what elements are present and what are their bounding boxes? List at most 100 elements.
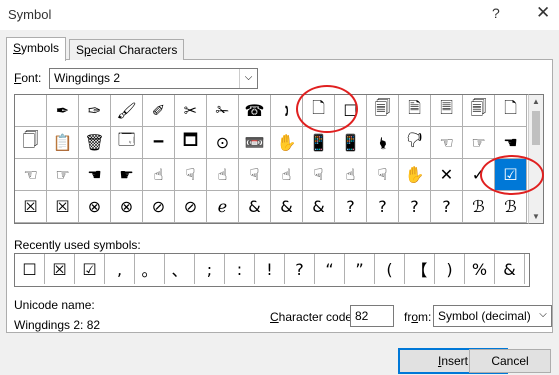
symbol-cell[interactable]: 🕽 bbox=[271, 95, 303, 127]
symbol-cell[interactable]: 🗔 bbox=[111, 127, 143, 159]
recent-symbol[interactable]: : bbox=[225, 254, 255, 284]
font-select[interactable]: Wingdings 2 ⌵ bbox=[49, 68, 258, 89]
scroll-down-icon[interactable]: ▼ bbox=[529, 212, 543, 221]
scroll-up-icon[interactable]: ▲ bbox=[529, 97, 543, 106]
symbol-cell[interactable]: ? bbox=[367, 191, 399, 223]
recent-symbol[interactable]: 【 bbox=[405, 254, 435, 284]
symbol-cell[interactable]: ☞ bbox=[47, 159, 79, 191]
symbol-cell[interactable]: ✂ bbox=[175, 95, 207, 127]
recent-symbol[interactable]: ( bbox=[375, 254, 405, 284]
symbol-cell[interactable]: ? bbox=[399, 191, 431, 223]
recent-symbol[interactable]: , bbox=[105, 254, 135, 284]
recent-symbol[interactable]: & bbox=[495, 254, 525, 284]
recent-symbol[interactable]: 、 bbox=[165, 254, 195, 284]
symbol-cell[interactable]: 🖢 bbox=[367, 127, 399, 159]
symbol-cell[interactable]: ? bbox=[335, 191, 367, 223]
symbol-cell[interactable]: ℯ bbox=[207, 191, 239, 223]
symbol-cell[interactable]: ⊘ bbox=[175, 191, 207, 223]
symbol-cell[interactable]: ☟ bbox=[175, 159, 207, 191]
symbol-cell[interactable]: 🗑 bbox=[79, 127, 111, 159]
symbol-cell[interactable]: ☑ bbox=[495, 159, 527, 191]
recent-symbol[interactable]: ) bbox=[435, 254, 465, 284]
symbol-grid: ✒ ✑ 🖌 ✐ ✂ ✁ ☎ 🕽 🗋 ☐ 🗐 🗎 🗏 🗐 🗋 🗍 📋 🗑 🗔 🗕 🗖 ⊙ 📼 ✋ 📱 📱 🖢 🖓 ☜ ☞ ☚ ☜ ☞ ☚ ☛ ☝ ☟ ☝ ☟ ☝… bbox=[14, 94, 544, 224]
symbol-cell[interactable]: 🗐 bbox=[367, 95, 399, 127]
symbol-cell[interactable]: ☚ bbox=[79, 159, 111, 191]
symbol-cell[interactable]: 🗕 bbox=[143, 127, 175, 159]
symbol-cell[interactable]: 📼 bbox=[239, 127, 271, 159]
symbol-cell[interactable]: ☝ bbox=[271, 159, 303, 191]
from-label: from: bbox=[404, 310, 432, 324]
symbol-cell[interactable]: ☟ bbox=[367, 159, 399, 191]
recent-symbol[interactable]: ! bbox=[255, 254, 285, 284]
recent-symbol[interactable]: ☒ bbox=[45, 254, 75, 284]
recent-symbol[interactable]: ☐ bbox=[15, 254, 45, 284]
from-select[interactable]: Symbol (decimal) ⌵ bbox=[433, 305, 552, 327]
recent-symbol[interactable]: ☑ bbox=[75, 254, 105, 284]
symbol-cell[interactable]: ✋ bbox=[399, 159, 431, 191]
symbol-cell[interactable]: ☝ bbox=[207, 159, 239, 191]
symbol-cell[interactable]: 🗎 bbox=[399, 95, 431, 127]
symbol-cell[interactable]: 🖓 bbox=[399, 127, 431, 159]
symbol-cell[interactable]: ☎ bbox=[239, 95, 271, 127]
symbol-cell[interactable]: ☒ bbox=[15, 191, 47, 223]
symbol-cell[interactable]: & bbox=[271, 191, 303, 223]
symbol-cell[interactable]: 🗍 bbox=[15, 127, 47, 159]
symbol-cell[interactable]: & bbox=[239, 191, 271, 223]
recent-symbol[interactable]: ; bbox=[195, 254, 225, 284]
recent-symbol[interactable]: % bbox=[465, 254, 495, 284]
chevron-down-icon: ⌵ bbox=[239, 69, 257, 88]
symbol-cell[interactable]: ☜ bbox=[431, 127, 463, 159]
recent-symbol[interactable]: “ bbox=[315, 254, 345, 284]
unicode-name-value: Wingdings 2: 82 bbox=[14, 318, 101, 332]
symbol-cell[interactable]: ✒ bbox=[47, 95, 79, 127]
tab-symbols[interactable]: Symbols bbox=[6, 37, 67, 61]
help-button[interactable]: ? bbox=[492, 5, 500, 21]
symbol-cell[interactable]: 📋 bbox=[47, 127, 79, 159]
recent-symbol[interactable]: 。 bbox=[135, 254, 165, 284]
symbol-cell[interactable]: 🗏 bbox=[431, 95, 463, 127]
close-button[interactable]: ✕ bbox=[536, 3, 550, 23]
symbol-cell[interactable]: ⊘ bbox=[143, 191, 175, 223]
symbol-cell[interactable]: ✓ bbox=[463, 159, 495, 191]
symbol-cell[interactable]: ⊗ bbox=[111, 191, 143, 223]
symbol-cell[interactable]: 🗖 bbox=[175, 127, 207, 159]
cancel-button[interactable]: Cancel bbox=[469, 349, 551, 373]
symbol-cell[interactable]: ⊙ bbox=[207, 127, 239, 159]
symbol-cell[interactable]: ☒ bbox=[47, 191, 79, 223]
tab-special-characters[interactable]: Special Characters bbox=[69, 39, 185, 60]
font-label: Font: bbox=[14, 71, 42, 85]
symbol-cell[interactable]: ☞ bbox=[463, 127, 495, 159]
symbol-cell[interactable]: 🗐 bbox=[463, 95, 495, 127]
symbol-cell[interactable]: ☚ bbox=[495, 127, 527, 159]
scroll-thumb[interactable] bbox=[532, 111, 540, 145]
symbol-cell[interactable]: ☝ bbox=[335, 159, 367, 191]
symbol-cell[interactable]: ✕ bbox=[431, 159, 463, 191]
symbol-cell[interactable]: 🗋 bbox=[303, 95, 335, 127]
character-code-input[interactable]: 82 bbox=[350, 305, 394, 327]
symbol-cell[interactable]: ✋ bbox=[271, 127, 303, 159]
symbol-cell[interactable]: ℬ bbox=[463, 191, 495, 223]
unicode-name-label: Unicode name: bbox=[14, 298, 95, 312]
symbol-cell[interactable]: ✑ bbox=[79, 95, 111, 127]
symbol-cell[interactable]: ✐ bbox=[143, 95, 175, 127]
symbol-cell[interactable]: ☐ bbox=[335, 95, 367, 127]
symbol-cell[interactable]: ? bbox=[431, 191, 463, 223]
symbol-cell[interactable]: ☟ bbox=[303, 159, 335, 191]
symbol-cell[interactable]: 🖌 bbox=[111, 95, 143, 127]
symbol-cell[interactable]: ☟ bbox=[239, 159, 271, 191]
recent-symbol[interactable]: ? bbox=[285, 254, 315, 284]
grid-scrollbar[interactable]: ▲ ▼ bbox=[528, 94, 544, 224]
symbol-cell[interactable]: ☝ bbox=[143, 159, 175, 191]
symbol-cell[interactable]: 🗋 bbox=[495, 95, 527, 127]
symbol-cell[interactable] bbox=[15, 95, 47, 127]
symbol-cell[interactable]: ⊗ bbox=[79, 191, 111, 223]
title-bar bbox=[0, 0, 559, 30]
symbol-cell[interactable]: 📱 bbox=[335, 127, 367, 159]
symbol-cell[interactable]: ✁ bbox=[207, 95, 239, 127]
symbol-cell[interactable]: ℬ bbox=[495, 191, 527, 223]
symbol-cell[interactable]: & bbox=[303, 191, 335, 223]
symbol-cell[interactable]: ☜ bbox=[15, 159, 47, 191]
symbol-cell[interactable]: 📱 bbox=[303, 127, 335, 159]
symbol-cell[interactable]: ☛ bbox=[111, 159, 143, 191]
recent-symbol[interactable]: ” bbox=[345, 254, 375, 284]
